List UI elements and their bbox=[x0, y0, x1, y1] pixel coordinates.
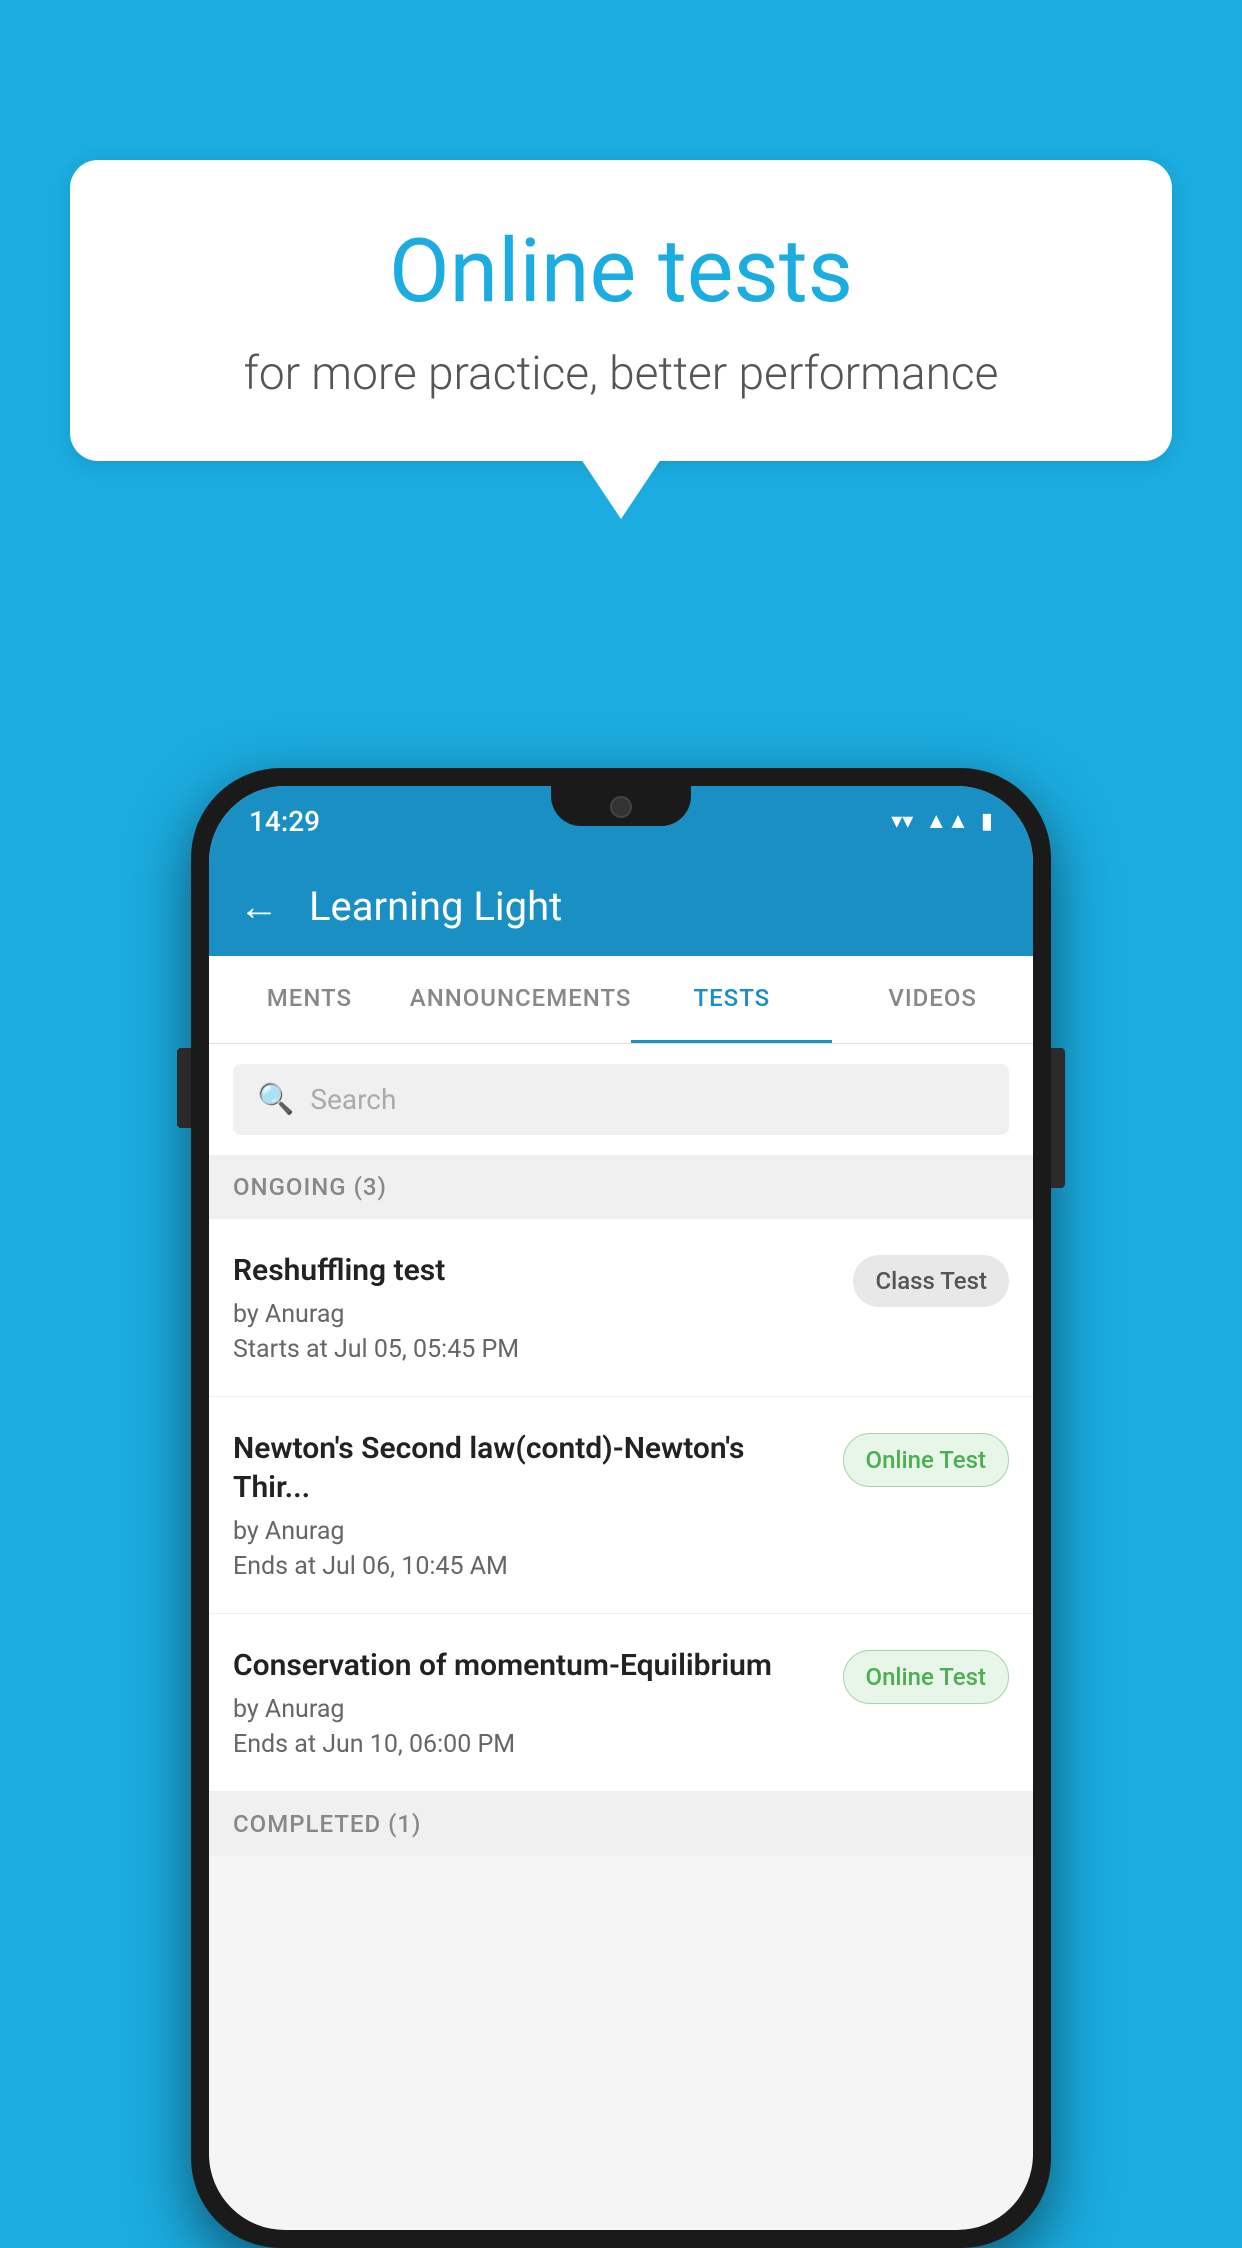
ongoing-section-header: ONGOING (3) bbox=[209, 1155, 1033, 1219]
speech-bubble-subtitle: for more practice, better performance bbox=[150, 347, 1092, 401]
test-item[interactable]: Conservation of momentum-Equilibrium by … bbox=[209, 1614, 1033, 1792]
signal-icon: ▲▲ bbox=[925, 808, 969, 834]
app-bar-title: Learning Light bbox=[309, 883, 562, 930]
tab-tests[interactable]: TESTS bbox=[631, 956, 832, 1043]
tests-list: Reshuffling test by Anurag Starts at Jul… bbox=[209, 1219, 1033, 1792]
speech-bubble-container: Online tests for more practice, better p… bbox=[70, 160, 1172, 519]
test-time: Ends at Jun 10, 06:00 PM bbox=[233, 1730, 823, 1759]
camera bbox=[610, 796, 632, 818]
speech-bubble: Online tests for more practice, better p… bbox=[70, 160, 1172, 461]
search-input[interactable]: Search bbox=[310, 1083, 396, 1116]
test-item[interactable]: Reshuffling test by Anurag Starts at Jul… bbox=[209, 1219, 1033, 1397]
test-item[interactable]: Newton's Second law(contd)-Newton's Thir… bbox=[209, 1397, 1033, 1614]
tab-ments[interactable]: MENTS bbox=[209, 956, 410, 1043]
test-badge-online: Online Test bbox=[843, 1650, 1009, 1704]
phone-frame: 14:29 ▾▾ ▲▲ ▮ ← Learning Light MENTS ANN… bbox=[191, 768, 1051, 2248]
test-by: by Anurag bbox=[233, 1517, 823, 1546]
test-badge-online: Online Test bbox=[843, 1433, 1009, 1487]
status-bar: 14:29 ▾▾ ▲▲ ▮ bbox=[209, 786, 1033, 856]
notch bbox=[551, 786, 691, 826]
back-button[interactable]: ← bbox=[239, 883, 279, 930]
tabs-container: MENTS ANNOUNCEMENTS TESTS VIDEOS bbox=[209, 956, 1033, 1044]
status-time: 14:29 bbox=[249, 805, 320, 838]
battery-icon: ▮ bbox=[981, 809, 993, 834]
test-badge-class: Class Test bbox=[853, 1255, 1009, 1307]
test-title: Conservation of momentum-Equilibrium bbox=[233, 1646, 823, 1685]
phone-screen: 14:29 ▾▾ ▲▲ ▮ ← Learning Light MENTS ANN… bbox=[209, 786, 1033, 2230]
test-info: Reshuffling test by Anurag Starts at Jul… bbox=[233, 1251, 833, 1364]
tab-announcements[interactable]: ANNOUNCEMENTS bbox=[410, 956, 632, 1043]
test-title: Reshuffling test bbox=[233, 1251, 833, 1290]
test-by: by Anurag bbox=[233, 1695, 823, 1724]
app-bar: ← Learning Light bbox=[209, 856, 1033, 956]
status-icons: ▾▾ ▲▲ ▮ bbox=[891, 808, 993, 834]
speech-bubble-title: Online tests bbox=[150, 220, 1092, 323]
phone-container: 14:29 ▾▾ ▲▲ ▮ ← Learning Light MENTS ANN… bbox=[191, 768, 1051, 2248]
search-bar[interactable]: 🔍 Search bbox=[233, 1064, 1009, 1135]
completed-section-header: COMPLETED (1) bbox=[209, 1792, 1033, 1856]
search-icon: 🔍 bbox=[257, 1082, 294, 1117]
test-info: Newton's Second law(contd)-Newton's Thir… bbox=[233, 1429, 823, 1581]
test-by: by Anurag bbox=[233, 1300, 833, 1329]
wifi-icon: ▾▾ bbox=[891, 809, 913, 834]
test-time: Starts at Jul 05, 05:45 PM bbox=[233, 1335, 833, 1364]
test-time: Ends at Jul 06, 10:45 AM bbox=[233, 1552, 823, 1581]
speech-bubble-arrow bbox=[581, 459, 661, 519]
search-container: 🔍 Search bbox=[209, 1044, 1033, 1155]
test-info: Conservation of momentum-Equilibrium by … bbox=[233, 1646, 823, 1759]
tab-videos[interactable]: VIDEOS bbox=[832, 956, 1033, 1043]
test-title: Newton's Second law(contd)-Newton's Thir… bbox=[233, 1429, 823, 1507]
